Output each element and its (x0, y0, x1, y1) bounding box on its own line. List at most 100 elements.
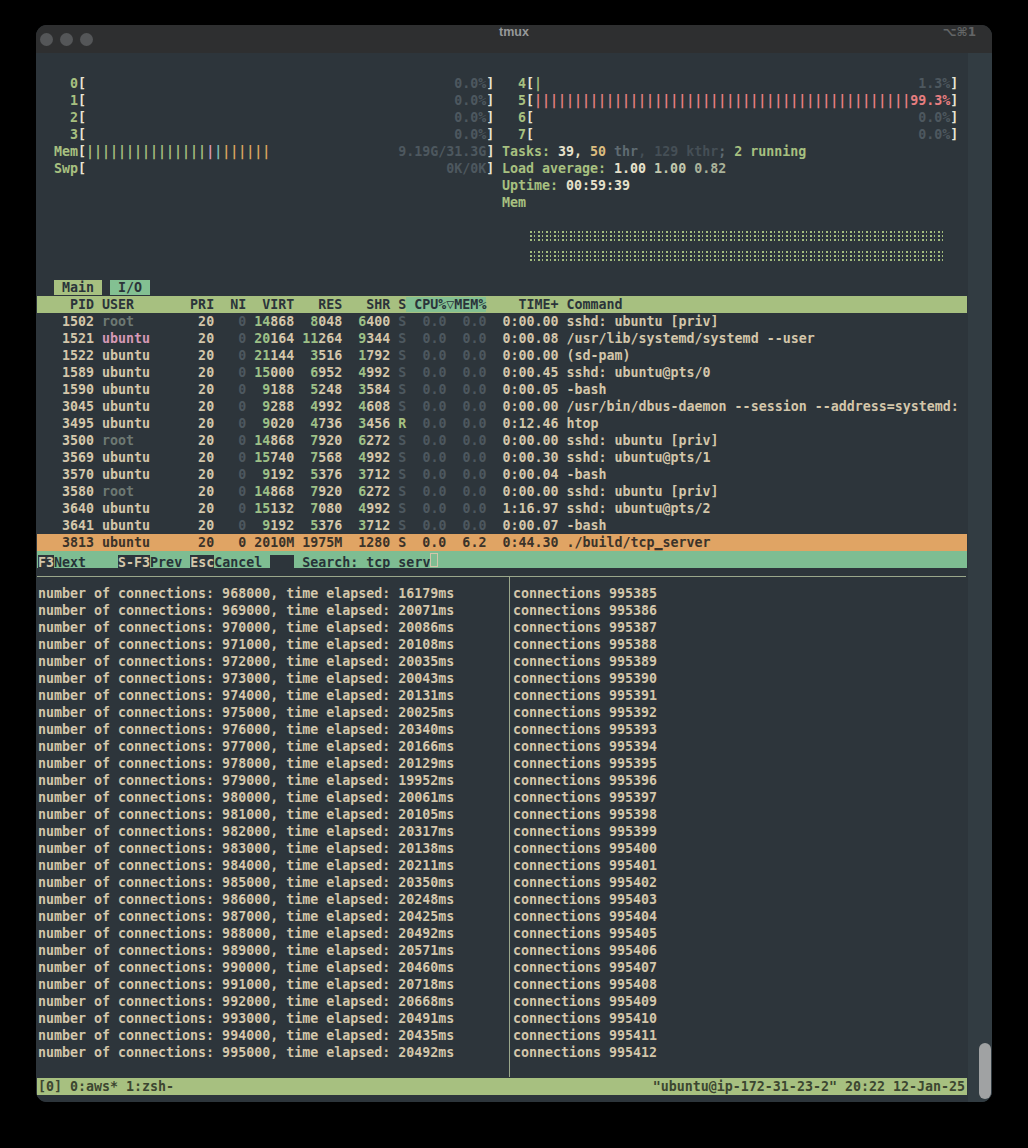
log-line-left: number of connections: 980000, time elap… (38, 789, 454, 806)
meter-label: 7 (502, 127, 526, 142)
log-line-right: connections 995400 (513, 840, 657, 857)
process-row-3580[interactable]: 3580 root 20 0 14868 7920 6272 S 0.0 0.0… (38, 483, 719, 500)
log-line-right: connections 995405 (513, 925, 657, 942)
tmux-status-bar: [0] 0:aws* 1:zsh- "ubuntu@ip-172-31-23-2"… (37, 1078, 967, 1095)
search-prompt: Search: (302, 555, 366, 570)
key-label-cancel[interactable]: Cancel (214, 555, 262, 570)
column-header-pri[interactable]: PRI (182, 297, 214, 312)
cell-ni: 0 (214, 433, 246, 448)
cell-time: 0:00.45 (486, 365, 558, 380)
log-line-right: connections 995409 (513, 993, 657, 1010)
process-row-1502[interactable]: 1502 root 20 0 14868 8048 6400 S 0.0 0.0… (38, 313, 719, 330)
process-row-3640[interactable]: 3640 ubuntu 20 0 15132 7080 4992 S 0.0 0… (38, 500, 711, 517)
column-header-shr[interactable]: SHR (342, 297, 390, 312)
cell-state: S (390, 484, 406, 499)
cell-ni: 0 (214, 314, 246, 329)
process-row-3569[interactable]: 3569 ubuntu 20 0 15740 7568 4992 S 0.0 0… (38, 449, 711, 466)
key-esc[interactable]: Esc (190, 555, 214, 570)
column-header-cpu-mem[interactable]: CPU%▽MEM% (406, 297, 486, 312)
log-line-right: connections 995397 (513, 789, 657, 806)
process-row-3813[interactable]: 3813 ubuntu 20 0 2010M 1975M 1280 S 0.0 … (37, 534, 967, 551)
cell-cpu: 0.0 (406, 416, 446, 431)
log-line-left: number of connections: 992000, time elap… (38, 993, 454, 1010)
cell-cpu: 0.0 (406, 501, 446, 516)
cell-ni: 0 (214, 535, 246, 550)
key-label-next[interactable]: Next (54, 555, 86, 570)
process-row-3500[interactable]: 3500 root 20 0 14868 7920 6272 S 0.0 0.0… (38, 432, 719, 449)
key-s-f3[interactable]: S-F3 (118, 555, 150, 570)
log-line-left: number of connections: 968000, time elap… (38, 585, 454, 602)
tmux-status-left[interactable]: [0] 0:aws* 1:zsh- (38, 1079, 174, 1094)
meter-label: 1 (38, 93, 78, 108)
log-line-right: connections 995393 (513, 721, 657, 738)
cell-user: ubuntu (94, 501, 182, 516)
process-row-3641[interactable]: 3641 ubuntu 20 0 9192 5376 3712 S 0.0 0.… (38, 517, 607, 534)
cell-time: 0:00.00 (486, 399, 558, 414)
log-line-left: number of connections: 970000, time elap… (38, 619, 454, 636)
column-header-pid[interactable]: PID (38, 297, 94, 312)
scrollbar-track[interactable] (968, 53, 992, 1102)
cell-time: 0:00.00 (486, 348, 558, 363)
cell-state: S (390, 399, 406, 414)
log-line-right: connections 995388 (513, 636, 657, 653)
cell-time: 0:00.04 (486, 467, 558, 482)
cell-time: 1:16.97 (486, 501, 558, 516)
column-header-virt[interactable]: VIRT (246, 297, 294, 312)
key-label-prev[interactable]: Prev (150, 555, 182, 570)
cell-pid: 3495 (38, 416, 94, 431)
cell-ni: 0 (214, 348, 246, 363)
cell-user: ubuntu (94, 365, 182, 380)
cell-command: /usr/bin/dbus-daemon --session --address… (559, 399, 959, 414)
cell-pri: 20 (182, 331, 214, 346)
cell-user: ubuntu (94, 450, 182, 465)
cell-pri: 20 (182, 348, 214, 363)
column-header-res[interactable]: RES (294, 297, 342, 312)
column-header-ni[interactable]: NI (214, 297, 246, 312)
scrollbar-thumb[interactable] (979, 1043, 991, 1099)
column-header-time[interactable]: TIME+ (486, 297, 558, 312)
cpu-meter-0: 0[ 0.0%] (38, 75, 494, 92)
cell-state: R (390, 416, 406, 431)
mem-graph-row (530, 251, 946, 263)
cell-cpu: 0.0 (406, 433, 446, 448)
process-row-3570[interactable]: 3570 ubuntu 20 0 9192 5376 3712 S 0.0 0.… (38, 466, 607, 483)
log-line-right: connections 995406 (513, 942, 657, 959)
cell-mem: 0.0 (446, 501, 486, 516)
pane-border-horizontal[interactable] (37, 576, 966, 577)
process-row-3495[interactable]: 3495 ubuntu 20 0 9020 4736 3456 R 0.0 0.… (38, 415, 599, 432)
tmux-status-right: "ubuntu@ip-172-31-23-2" 20:22 12-Jan-25 (653, 1078, 965, 1095)
cell-pid: 1521 (38, 331, 94, 346)
cell-pri: 20 (182, 365, 214, 380)
column-header-s[interactable]: S (390, 297, 406, 312)
cell-pid: 3641 (38, 518, 94, 533)
cell-pri: 20 (182, 467, 214, 482)
cell-mem: 0.0 (446, 382, 486, 397)
process-row-1590[interactable]: 1590 ubuntu 20 0 9188 5248 3584 S 0.0 0.… (38, 381, 607, 398)
tab-main[interactable]: Main (54, 280, 102, 295)
process-row-1589[interactable]: 1589 ubuntu 20 0 15000 6952 4992 S 0.0 0… (38, 364, 711, 381)
log-line-right: connections 995391 (513, 687, 657, 704)
column-header-user[interactable]: USER (94, 297, 182, 312)
swap-meter: Swp[ 0K/0K] (38, 160, 494, 177)
cell-user: ubuntu (94, 382, 182, 397)
cell-mem: 0.0 (446, 433, 486, 448)
column-header-command[interactable]: Command (558, 297, 622, 312)
log-line-left: number of connections: 993000, time elap… (38, 1010, 454, 1027)
search-query[interactable]: tcp▁serv (366, 555, 430, 570)
cell-state: S (390, 450, 406, 465)
cell-time: 0:00.08 (486, 331, 558, 346)
cell-state: S (390, 382, 406, 397)
tab-io[interactable]: I/O (110, 280, 150, 295)
log-line-left: number of connections: 982000, time elap… (38, 823, 454, 840)
process-row-1522[interactable]: 1522 ubuntu 20 0 21144 3516 1792 S 0.0 0… (38, 347, 631, 364)
process-row-1521[interactable]: 1521 ubuntu 20 0 20164 11264 9344 S 0.0 … (38, 330, 815, 347)
pane-border-vertical[interactable] (509, 576, 510, 1077)
log-line-left: number of connections: 979000, time elap… (38, 772, 454, 789)
htop-tabs: Main I/O (38, 279, 150, 296)
key-f3[interactable]: F3 (38, 555, 54, 570)
cpu-meter-1: 1[ 0.0%] (38, 92, 494, 109)
cell-cpu: 0.0 (406, 467, 446, 482)
log-line-left: number of connections: 984000, time elap… (38, 857, 454, 874)
process-row-3045[interactable]: 3045 ubuntu 20 0 9288 4992 4608 S 0.0 0.… (38, 398, 959, 415)
meter-label: Swp (38, 161, 78, 176)
